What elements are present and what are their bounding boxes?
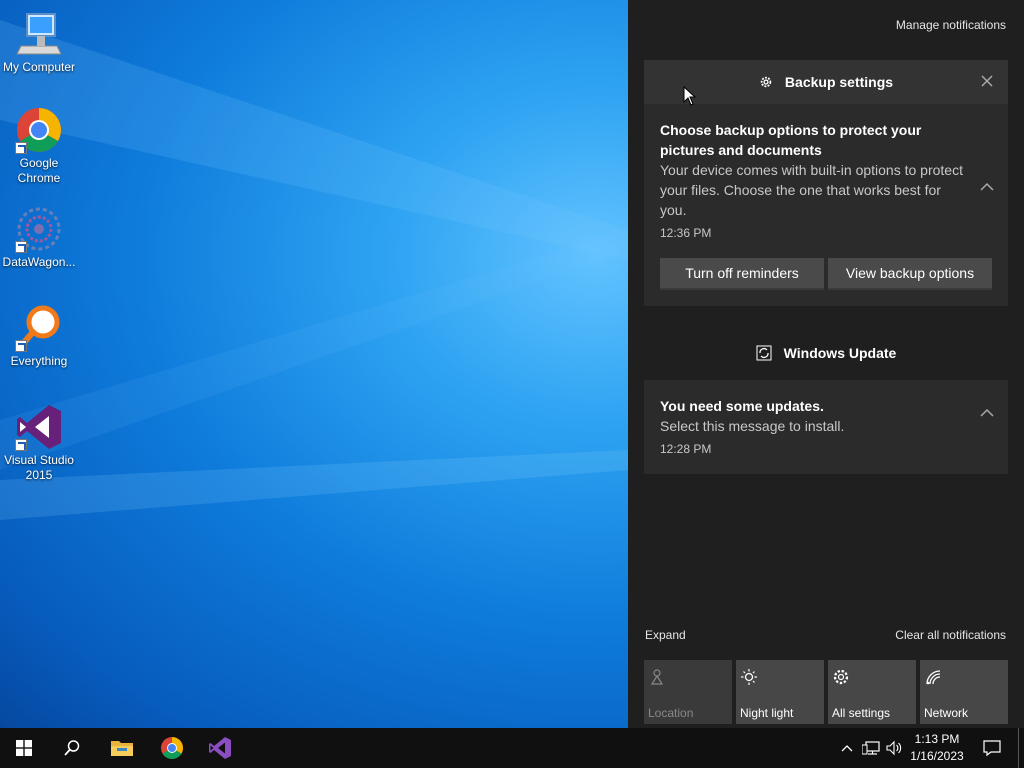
notification-body: Select this message to install. xyxy=(660,418,845,434)
expand-link[interactable]: Expand xyxy=(645,628,686,642)
volume-tray-button[interactable] xyxy=(884,728,906,768)
shortcut-arrow-icon xyxy=(15,241,27,253)
taskbar: 1:13 PM 1/16/2023 xyxy=(0,728,1024,768)
quick-action-label: All settings xyxy=(832,706,891,720)
notification-time: 12:28 PM xyxy=(660,442,712,456)
backup-settings-group: Backup settings Choose backup options to… xyxy=(644,60,1008,306)
notification-title: Choose backup options to protect your pi… xyxy=(660,122,922,158)
desktop-icon-datawagon[interactable]: DataWagon... xyxy=(0,205,78,270)
chevron-up-icon[interactable] xyxy=(980,182,994,192)
quick-action-location[interactable]: Location xyxy=(644,660,732,724)
manage-notifications-link[interactable]: Manage notifications xyxy=(896,18,1006,32)
desktop-icon-label: Visual Studio 2015 xyxy=(4,453,74,482)
chevron-up-icon[interactable] xyxy=(980,408,994,418)
clock-date: 1/16/2023 xyxy=(910,749,964,763)
action-center: Manage notifications Backup settings Cho… xyxy=(628,0,1024,728)
location-icon xyxy=(650,669,664,685)
update-notification[interactable]: You need some updates. Select this messa… xyxy=(644,380,1008,466)
taskbar-visual-studio[interactable] xyxy=(196,728,244,768)
mouse-cursor-icon xyxy=(683,86,697,106)
desktop-icon-label: Google Chrome xyxy=(17,156,61,185)
wallpaper-light-beams xyxy=(0,20,628,520)
chevron-up-icon xyxy=(841,745,853,752)
close-icon[interactable] xyxy=(980,74,994,88)
backup-settings-title: Backup settings xyxy=(784,74,894,90)
night-light-icon xyxy=(741,669,757,685)
notification-time: 12:36 PM xyxy=(660,226,712,240)
notification-icon xyxy=(983,740,1001,757)
backup-notification[interactable]: Choose backup options to protect your pi… xyxy=(644,104,1008,250)
quick-action-label: Night light xyxy=(740,706,794,720)
file-explorer-icon xyxy=(111,741,133,756)
gear-icon xyxy=(760,76,772,88)
windows-update-group: You need some updates. Select this messa… xyxy=(644,380,1008,474)
desktop: My Computer Google Chrome DataWagon... E… xyxy=(0,0,628,728)
quick-action-label: Location xyxy=(648,706,694,720)
desktop-icon-my-computer[interactable]: My Computer xyxy=(0,10,78,75)
quick-action-label: Network xyxy=(924,706,969,720)
quick-actions: Location Night light All settings Networ… xyxy=(644,660,1008,724)
visual-studio-icon xyxy=(209,737,231,759)
datawagon-icon xyxy=(15,205,63,253)
desktop-icon-everything[interactable]: Everything xyxy=(0,304,78,369)
clear-all-notifications-link[interactable]: Clear all notifications xyxy=(895,628,1006,642)
start-button[interactable] xyxy=(0,728,48,768)
gear-icon xyxy=(833,669,849,685)
backup-actions: Turn off reminders View backup options xyxy=(644,250,1008,306)
computer-icon xyxy=(15,10,63,58)
show-desktop-button[interactable] xyxy=(1018,728,1024,768)
chrome-icon xyxy=(15,106,63,154)
start-icon xyxy=(16,740,32,756)
visual-studio-icon xyxy=(15,403,63,451)
taskbar-clock[interactable]: 1:13 PM 1/16/2023 xyxy=(906,731,968,765)
refresh-icon xyxy=(756,345,772,361)
turn-off-reminders-button[interactable]: Turn off reminders xyxy=(660,258,824,290)
view-backup-options-button[interactable]: View backup options xyxy=(828,258,992,290)
quick-action-night-light[interactable]: Night light xyxy=(736,660,824,724)
notification-title: You need some updates. xyxy=(660,398,824,414)
volume-icon xyxy=(886,740,902,756)
taskbar-chrome[interactable] xyxy=(148,728,196,768)
search-icon xyxy=(64,740,80,756)
action-center-button[interactable] xyxy=(970,728,1014,768)
windows-update-header[interactable]: Windows Update xyxy=(644,333,1008,373)
backup-settings-header[interactable]: Backup settings xyxy=(644,60,1008,104)
notification-body: Your device comes with built-in options … xyxy=(660,162,963,218)
shortcut-arrow-icon xyxy=(15,439,27,451)
shortcut-arrow-icon xyxy=(15,142,27,154)
desktop-icon-label: My Computer xyxy=(2,60,76,74)
show-hidden-icons-button[interactable] xyxy=(838,728,856,768)
network-wired-icon xyxy=(862,741,880,755)
chrome-icon xyxy=(161,737,183,759)
windows-update-title: Windows Update xyxy=(783,345,897,361)
shortcut-arrow-icon xyxy=(15,340,27,352)
taskbar-search-button[interactable] xyxy=(48,728,96,768)
desktop-icon-label: DataWagon... xyxy=(2,255,76,269)
quick-action-all-settings[interactable]: All settings xyxy=(828,660,916,724)
desktop-icon-label: Everything xyxy=(10,354,68,368)
network-tray-button[interactable] xyxy=(860,728,882,768)
clock-time: 1:13 PM xyxy=(914,732,960,746)
taskbar-file-explorer[interactable] xyxy=(98,728,146,768)
desktop-icon-visual-studio[interactable]: Visual Studio 2015 xyxy=(0,403,78,483)
desktop-icon-google-chrome[interactable]: Google Chrome xyxy=(0,106,78,186)
quick-action-network[interactable]: Network xyxy=(920,660,1008,724)
network-icon xyxy=(926,670,941,685)
search-magnifier-icon xyxy=(15,304,63,352)
